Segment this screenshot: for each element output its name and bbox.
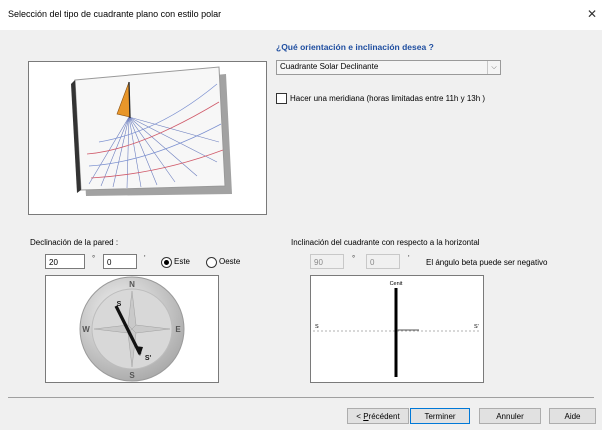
inclination-label: Inclinación del cuadrante con respecto a…	[291, 238, 480, 247]
orientation-select-value: Cuadrante Solar Declinante	[280, 62, 379, 71]
minute-symbol: '	[408, 254, 410, 263]
window-title: Selección del tipo de cuadrante plano co…	[8, 9, 222, 19]
needle-s-label: S	[117, 301, 122, 308]
sundial-preview	[28, 61, 267, 215]
needle-s-prime-label: S'	[145, 355, 152, 362]
compass-panel: N S W E S S'	[45, 275, 219, 383]
east-radio[interactable]	[161, 257, 172, 268]
help-button[interactable]: Aide	[549, 408, 596, 424]
meridian-checkbox[interactable]	[276, 93, 287, 104]
east-label: Este	[174, 257, 191, 266]
footer-separator	[8, 397, 594, 398]
minute-symbol: '	[144, 254, 146, 263]
back-button[interactable]: < Précédent	[347, 408, 409, 424]
diagram-right-label: S'	[474, 324, 479, 330]
diagram-left-label: S	[315, 324, 319, 330]
compass-north: N	[129, 280, 135, 289]
cancel-button[interactable]: Annuler	[479, 408, 541, 424]
back-rest: récédent	[368, 412, 400, 421]
declination-label: Declinación de la pared :	[30, 238, 119, 247]
orientation-select[interactable]: Cuadrante Solar Declinante ⌵	[276, 60, 501, 75]
degree-symbol: °	[92, 254, 96, 263]
inclination-illustration: Cenit S S'	[313, 281, 481, 377]
diagram-top-label: Cenit	[390, 281, 403, 287]
inclination-minutes-input[interactable]: 0	[366, 254, 400, 269]
declination-degrees-input[interactable]: 20	[45, 254, 85, 269]
west-radio[interactable]	[206, 257, 217, 268]
close-icon[interactable]: ✕	[582, 0, 602, 30]
sundial-illustration	[71, 66, 232, 196]
inclination-degrees-input[interactable]: 90	[310, 254, 344, 269]
inclination-diagram: Cenit S S'	[310, 275, 484, 383]
degree-symbol: °	[352, 254, 356, 263]
compass-south: S	[129, 371, 135, 380]
orientation-question: ¿Qué orientación e inclinación desea ?	[276, 42, 434, 52]
compass-east: E	[175, 325, 181, 334]
west-label: Oeste	[219, 257, 241, 266]
chevron-down-icon[interactable]: ⌵	[487, 61, 500, 74]
beta-note: El ángulo beta puede ser negativo	[426, 258, 548, 267]
title-bar: Selección del tipo de cuadrante plano co…	[0, 0, 602, 30]
finish-button[interactable]: Terminer	[410, 408, 470, 424]
declination-minutes-input[interactable]: 0	[103, 254, 137, 269]
meridian-label: Hacer una meridiana (horas limitadas ent…	[290, 94, 486, 103]
compass-west: W	[82, 325, 90, 334]
compass-rose-icon: N S W E S S'	[79, 276, 185, 382]
